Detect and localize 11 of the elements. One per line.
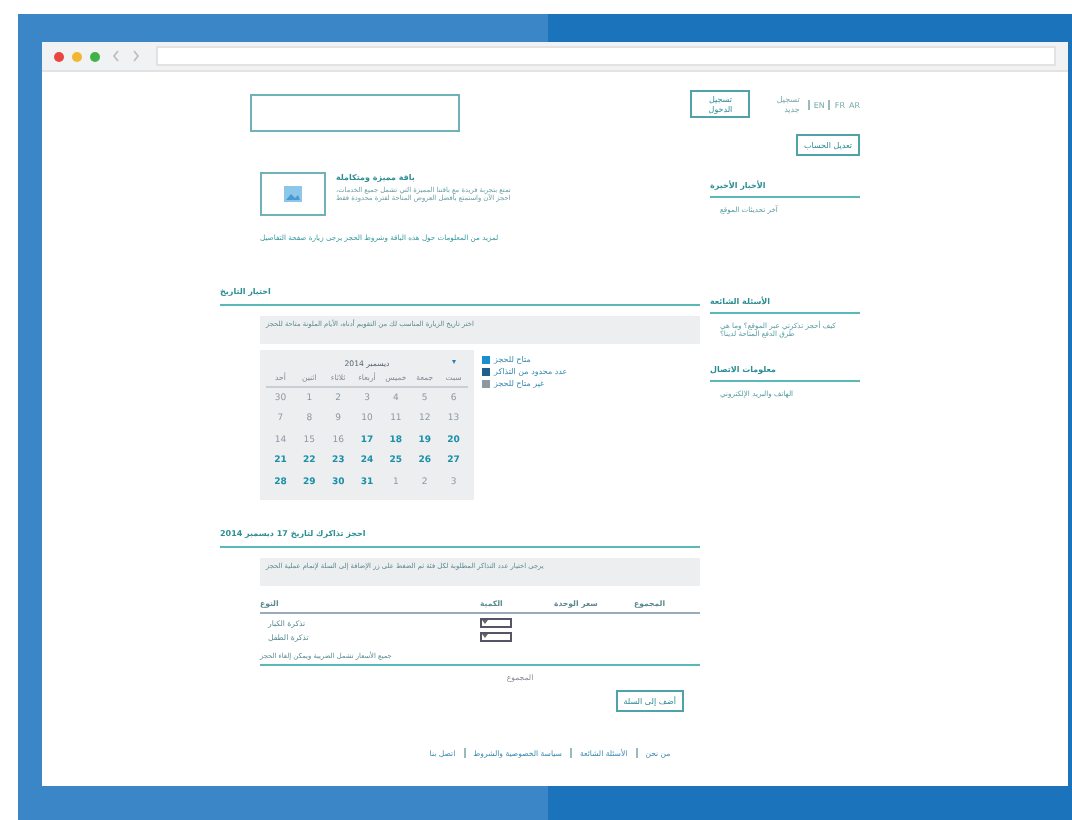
forward-icon[interactable] [132, 50, 140, 62]
close-icon[interactable] [54, 51, 64, 61]
quantity-select[interactable] [480, 631, 512, 641]
caret-icon [482, 634, 488, 638]
caret-icon [482, 620, 488, 624]
quantity-select[interactable] [480, 617, 512, 627]
image-icon [284, 186, 302, 202]
address-bar[interactable] [156, 46, 1056, 66]
back-icon[interactable] [112, 50, 120, 62]
minimize-icon[interactable] [72, 51, 82, 61]
maximize-icon[interactable] [90, 51, 100, 61]
